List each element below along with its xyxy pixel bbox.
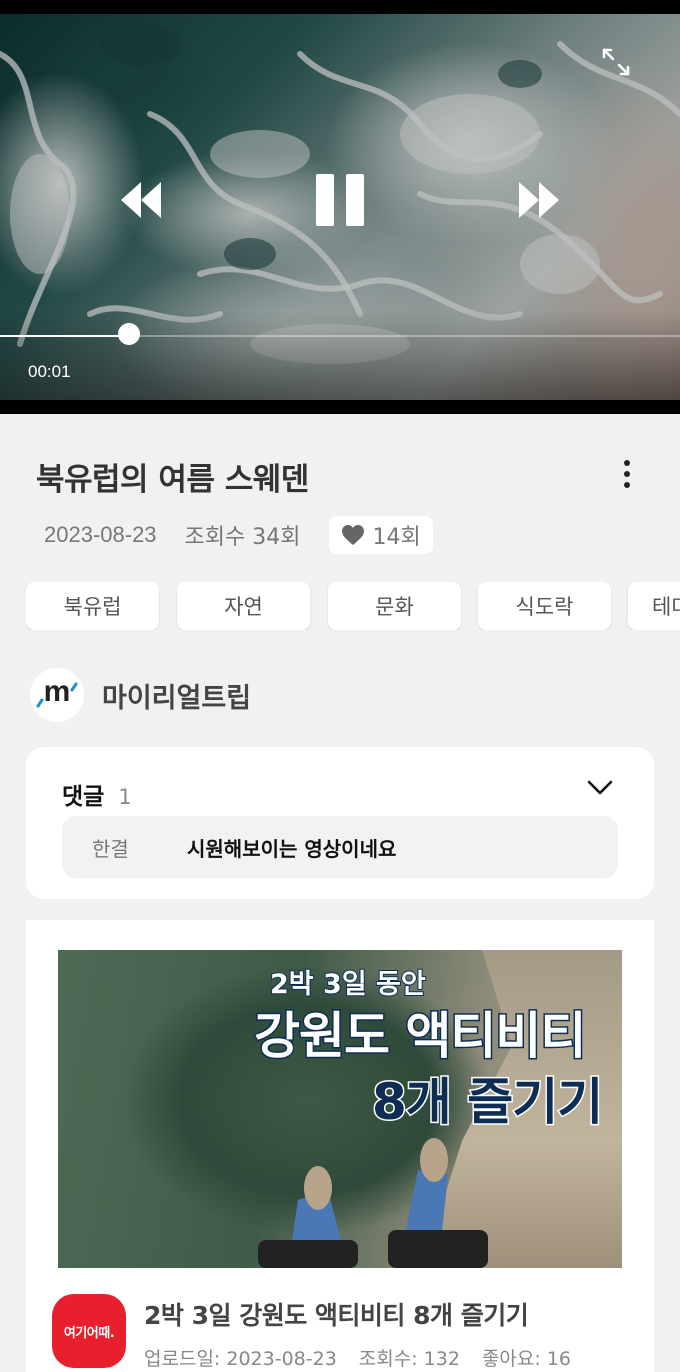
video-bottom-shade [0,310,680,400]
progress-fill [0,335,130,337]
fast-forward-button[interactable] [516,178,562,222]
fullscreen-button[interactable] [596,44,636,80]
more-dot-icon [624,482,630,488]
fast-forward-icon [519,182,559,218]
upload-date: 2023-08-23 [44,522,157,547]
comments-expand-button[interactable] [584,773,616,803]
rewind-button[interactable] [118,178,164,222]
chevron-down-icon [587,780,613,795]
video-meta: 2023-08-23 조회수 34회 14회 [44,516,433,554]
publisher-logo[interactable]: 여기어때. [52,1294,126,1368]
comment-preview[interactable]: 한결 시원해보이는 영상이네요 [62,816,618,878]
video-title: 북유럽의 여름 스웨덴 [36,462,309,498]
comments-title: 댓글 [62,784,105,810]
more-dot-icon [624,460,630,466]
like-button[interactable]: 14회 [328,516,433,554]
more-options-button[interactable] [612,456,642,492]
thumbnail-headline: 강원도 액티비티 [252,1006,587,1067]
comments-header[interactable]: 댓글 1 [62,777,132,811]
current-time: 00:01 [28,362,71,381]
comments-panel[interactable]: 댓글 1 한결 시원해보이는 영상이네요 [26,747,654,899]
progress-bar[interactable] [0,335,680,337]
channel-name: 마이리얼트립 [102,682,252,714]
pause-icon [316,174,364,226]
video-player[interactable]: 00:01 [0,0,680,414]
comments-count: 1 [118,785,132,809]
tag-chip[interactable]: 식도락 [478,582,611,630]
recommended-video-card[interactable]: 2박 3일 동안 강원도 액티비티 8개 즐기기 여기어때. 2박 3일 강원도… [26,920,654,1372]
view-count: 조회수 34회 [184,525,301,550]
channel-link[interactable]: m 마이리얼트립 [30,668,251,722]
recommended-views: 조회수: 132 [358,1348,460,1370]
tag-chip[interactable]: 북유럽 [26,582,159,630]
rewind-icon [121,182,161,218]
thumbnail-headline-2: 8개 즐기기 [370,1072,604,1133]
channel-logo: m [30,668,84,722]
comment-text: 시원해보이는 영상이네요 [187,836,397,861]
comment-author: 한결 [92,836,129,861]
tag-chip[interactable]: 테마 [628,582,680,630]
recommended-meta: 업로드일: 2023-08-23 조회수: 132 좋아요: 16 [144,1344,571,1371]
publisher-logo-text: 여기어때. [63,1325,115,1341]
more-dot-icon [624,471,630,477]
tag-chip[interactable]: 자연 [177,582,310,630]
fullscreen-icon [602,48,630,76]
tag-list: 북유럽 자연 문화 식도락 테마 [26,582,680,630]
tag-chip[interactable]: 문화 [328,582,461,630]
channel-logo-accent-icon [36,682,78,708]
recommended-upload-date: 업로드일: 2023-08-23 [144,1348,337,1370]
heart-icon [341,525,364,545]
thumbnail-legs-image [258,1138,488,1268]
recommended-thumbnail[interactable]: 2박 3일 동안 강원도 액티비티 8개 즐기기 [58,950,622,1268]
pause-button[interactable] [310,172,370,228]
recommended-likes: 좋아요: 16 [481,1348,571,1370]
recommended-title[interactable]: 2박 3일 강원도 액티비티 8개 즐기기 [144,1296,529,1332]
like-count: 14회 [372,525,421,550]
